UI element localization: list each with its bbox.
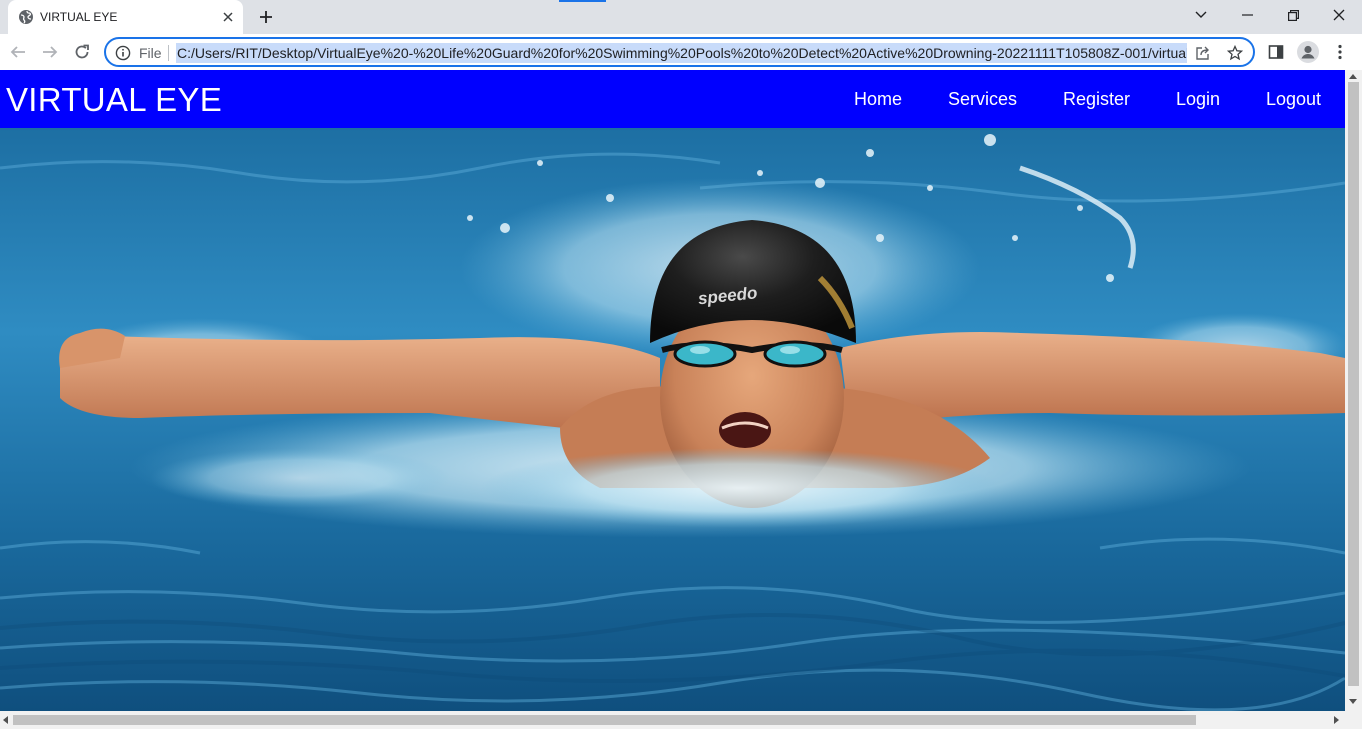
- horizontal-scrollbar[interactable]: [0, 711, 1362, 729]
- scroll-left-arrow-icon[interactable]: [3, 716, 8, 724]
- kebab-menu-icon[interactable]: [1326, 38, 1354, 66]
- scroll-up-arrow-icon[interactable]: [1349, 74, 1357, 79]
- hero-image: speedo: [0, 128, 1345, 711]
- back-icon[interactable]: [4, 38, 32, 66]
- vertical-scroll-thumb[interactable]: [1348, 82, 1359, 686]
- restore-icon[interactable]: [1270, 0, 1316, 30]
- browser-toolbar: File C:/Users/RIT/Desktop/VirtualEye%20-…: [0, 34, 1362, 70]
- site-navbar: VIRTUAL EYE Home Services Register Login…: [0, 70, 1345, 128]
- tab-list-chevron-icon[interactable]: [1178, 0, 1224, 30]
- nav-link-home[interactable]: Home: [854, 89, 902, 110]
- site-info-icon[interactable]: [115, 45, 131, 61]
- url-text[interactable]: C:/Users/RIT/Desktop/VirtualEye%20-%20Li…: [176, 43, 1187, 63]
- scroll-right-arrow-icon[interactable]: [1334, 716, 1339, 724]
- profile-avatar-icon[interactable]: [1294, 38, 1322, 66]
- forward-icon[interactable]: [36, 38, 64, 66]
- browser-tab[interactable]: VIRTUAL EYE: [8, 0, 243, 34]
- omnibox-scheme-label: File: [139, 45, 162, 61]
- tab-search-indicator: [559, 0, 606, 2]
- tab-title: VIRTUAL EYE: [40, 10, 118, 24]
- page-viewport: VIRTUAL EYE Home Services Register Login…: [0, 70, 1362, 729]
- side-panel-icon[interactable]: [1262, 38, 1290, 66]
- close-tab-icon[interactable]: [220, 9, 236, 25]
- address-bar[interactable]: File C:/Users/RIT/Desktop/VirtualEye%20-…: [104, 37, 1255, 67]
- tab-strip: VIRTUAL EYE: [0, 0, 1362, 34]
- vertical-scrollbar[interactable]: [1345, 70, 1362, 711]
- nav-link-login[interactable]: Login: [1176, 89, 1220, 110]
- swimmer-photo: speedo: [0, 128, 1345, 711]
- omnibox-divider: [168, 45, 169, 61]
- nav-link-register[interactable]: Register: [1063, 89, 1130, 110]
- minimize-icon[interactable]: [1224, 0, 1270, 30]
- share-icon[interactable]: [1194, 44, 1212, 62]
- reload-icon[interactable]: [68, 38, 96, 66]
- nav-link-services[interactable]: Services: [948, 89, 1017, 110]
- bookmark-star-icon[interactable]: [1226, 44, 1244, 62]
- site-brand[interactable]: VIRTUAL EYE: [6, 81, 222, 119]
- nav-link-logout[interactable]: Logout: [1266, 89, 1321, 110]
- globe-icon: [18, 9, 34, 25]
- close-window-icon[interactable]: [1316, 0, 1362, 30]
- new-tab-button[interactable]: [254, 5, 278, 29]
- scroll-down-arrow-icon[interactable]: [1349, 699, 1357, 704]
- horizontal-scroll-thumb[interactable]: [13, 715, 1196, 725]
